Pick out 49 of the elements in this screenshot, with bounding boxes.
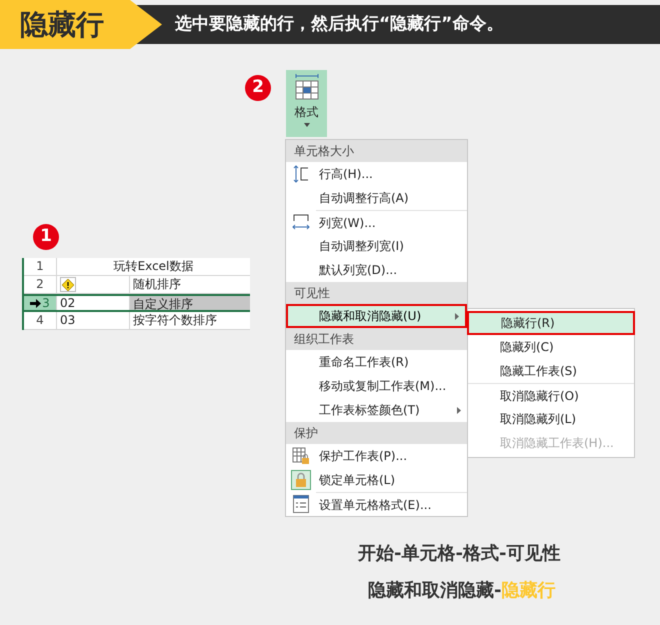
- submenu-arrow-icon: [455, 312, 459, 320]
- merged-cell-text: 玩转Excel数据: [112, 258, 194, 275]
- menu-item[interactable]: 锁定单元格(L): [316, 468, 467, 492]
- warning-icon[interactable]: [60, 277, 76, 292]
- submenu-item: 取消隐藏工作表(H)...: [499, 435, 615, 452]
- instruction-text: 选中要隐藏的行，然后执行“隐藏行”命令。: [175, 12, 504, 36]
- format-dialog-icon: [293, 495, 309, 513]
- format-button[interactable]: 格式: [286, 70, 327, 137]
- menu-item[interactable]: 默认列宽(D)...: [316, 258, 467, 282]
- menu-item[interactable]: 列宽(W)...: [316, 210, 467, 234]
- sheet-lock-icon: [292, 447, 310, 465]
- menu-item[interactable]: 保护工作表(P)...: [316, 444, 467, 468]
- table-cell: 自定义排序: [130, 296, 250, 310]
- table-cell-text: 随机排序: [132, 276, 182, 293]
- menu-item[interactable]: 自动调整列宽(I): [316, 234, 467, 258]
- menu-item[interactable]: 设置单元格格式(E)...: [316, 492, 467, 516]
- menu-item[interactable]: 行高(H)...: [316, 162, 467, 186]
- menu-item[interactable]: 工作表标签颜色(T): [316, 398, 467, 422]
- menu-item[interactable]: 重命名工作表(R): [316, 350, 467, 374]
- submenu-arrow-icon: [457, 406, 461, 414]
- highlight-text: 隐藏行: [501, 579, 556, 603]
- submenu-item[interactable]: 隐藏列(C): [468, 335, 634, 359]
- step-badge: 2: [245, 75, 271, 101]
- title-text: 隐藏行: [20, 6, 104, 42]
- lock-icon: [291, 470, 311, 490]
- row-height-icon: [292, 165, 310, 183]
- submenu-item[interactable]: 取消隐藏列(L): [468, 407, 634, 431]
- menu-item[interactable]: 移动或复制工作表(M)...: [316, 374, 467, 398]
- menu-item[interactable]: 自动调整行高(A): [316, 186, 467, 210]
- submenu-item[interactable]: 取消隐藏行(O): [468, 383, 634, 407]
- row-number: 4: [36, 312, 44, 329]
- submenu-item[interactable]: 隐藏工作表(S): [468, 359, 634, 383]
- submenu-item[interactable]: 隐藏行(R): [467, 311, 635, 335]
- section-header: 可见性: [286, 282, 467, 304]
- table-cell-text: 按字符个数排序: [132, 312, 218, 329]
- row-number: 2: [36, 276, 44, 293]
- menu-item[interactable]: 隐藏和取消隐藏(U): [286, 304, 467, 328]
- section-header: 单元格大小: [286, 140, 467, 162]
- section-header: 保护: [286, 422, 467, 444]
- arrow-cursor-icon: [30, 298, 42, 308]
- table-cell: 03: [57, 312, 130, 329]
- step-badge: 1: [33, 224, 59, 250]
- section-header: 组织工作表: [286, 328, 467, 350]
- caret-icon: [304, 123, 310, 127]
- column-width-icon: [292, 213, 310, 231]
- path-text: 开始-单元格-格式-可见性: [358, 542, 560, 566]
- path-text: 隐藏和取消隐藏-: [368, 579, 502, 603]
- row-number: 3: [42, 294, 50, 312]
- row-number: 1: [36, 258, 44, 275]
